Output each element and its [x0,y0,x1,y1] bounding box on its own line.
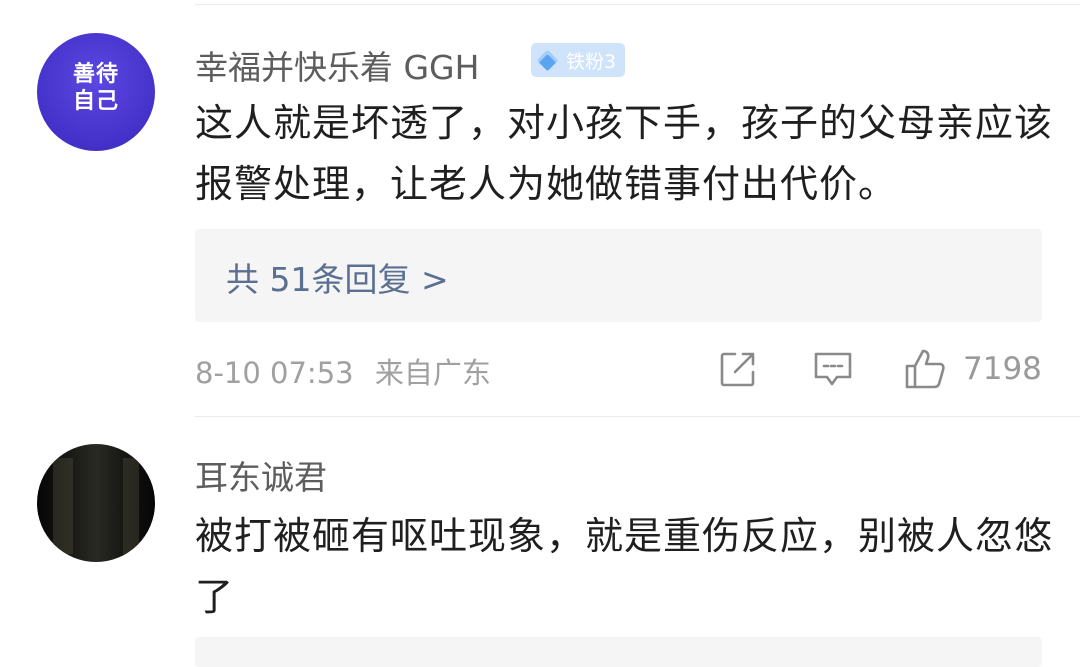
badge-label: 铁粉3 [566,50,617,73]
comment-text: 被打被砸有呕吐现象，就是重伤反应，别被人忽悠了 [195,514,1054,619]
like-count: 7198 [963,351,1042,387]
avatar[interactable]: 善待 自己 [37,33,155,151]
replies-link[interactable]: 共 51条回复 > [226,253,449,301]
replies-box[interactable]: 共 51条回复 > [195,229,1042,322]
comment-icon [814,352,852,386]
diamond-icon [536,49,559,71]
fan-badge[interactable]: 铁粉3 [531,43,625,77]
stele-shape [123,458,139,554]
share-button[interactable] [718,346,762,392]
username[interactable]: 幸福并快乐着 GGH [195,41,479,89]
timestamp: 8-10 07:53 [195,356,354,390]
replies-box[interactable] [195,637,1042,667]
share-icon [720,352,755,387]
divider [195,416,1080,417]
comment-meta: 8-10 07:53 来自广东 [195,350,491,392]
comment-text: 这人就是坏透了，对小孩下手，孩子的父母亲应该报警处理，让老人为她做错事付出代价。 [195,101,1054,206]
stele-shape [53,458,73,554]
location: 来自广东 [374,356,491,390]
top-divider [195,4,1080,5]
avatar[interactable] [37,444,155,562]
thumbs-up-icon [905,349,945,389]
like-button[interactable]: 7198 [903,346,1043,392]
comment-button[interactable] [812,346,856,392]
avatar-text: 善待 自己 [72,62,119,114]
username[interactable]: 耳东诚君 [195,451,327,499]
